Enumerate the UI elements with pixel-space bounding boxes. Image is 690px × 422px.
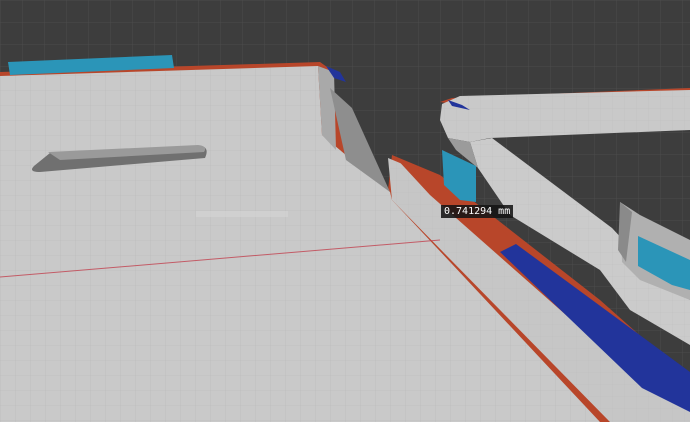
scene-canvas[interactable]	[0, 0, 690, 422]
measurement-label: 0.741294 mm	[441, 205, 514, 218]
3d-viewport[interactable]: 0.741294 mm	[0, 0, 690, 422]
faint-face-highlight	[196, 211, 288, 217]
